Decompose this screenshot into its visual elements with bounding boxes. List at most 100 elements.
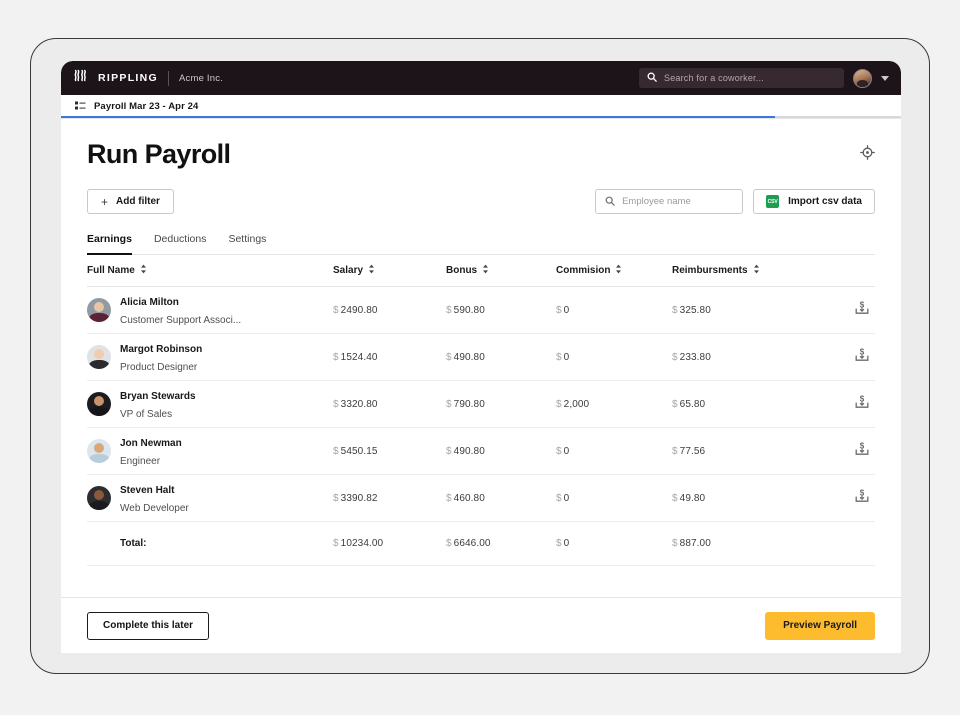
sort-icon[interactable] (753, 264, 760, 277)
cell-salary[interactable]: $3390.82 (333, 493, 446, 504)
brand-logo[interactable]: RIPPLING (74, 69, 158, 87)
sort-icon[interactable] (482, 264, 489, 277)
cell-bonus[interactable]: $490.80 (446, 446, 556, 457)
total-commission: $0 (556, 538, 570, 549)
sort-icon[interactable] (615, 264, 622, 277)
csv-badge-text: CSV (767, 198, 778, 205)
table-row[interactable]: Steven Halt Web Developer $3390.82 $460.80 $… (87, 475, 875, 522)
deposit-money-icon[interactable]: $ (855, 394, 869, 414)
column-label: Salary (333, 265, 364, 276)
logo-wordmark: RIPPLING (98, 72, 158, 84)
avatar (87, 345, 111, 369)
progress-bar-fill (61, 115, 775, 118)
search-icon (647, 69, 657, 87)
add-filter-button[interactable]: + Add filter (87, 189, 174, 214)
deposit-money-icon[interactable]: $ (855, 300, 869, 320)
cell-commission[interactable]: $0 (556, 352, 672, 363)
complete-later-button[interactable]: Complete this later (87, 611, 210, 640)
sort-icon[interactable] (140, 264, 147, 277)
cell-reimbursement[interactable]: $233.80 (672, 352, 842, 363)
column-header-full-name[interactable]: Full Name (87, 264, 333, 277)
avatar (87, 486, 111, 510)
employee-name: Jon Newman (120, 438, 182, 449)
employee-search-box[interactable] (595, 189, 744, 214)
search-input[interactable] (622, 196, 734, 207)
top-navigation-bar: RIPPLING Acme Inc. Search for a coworker… (61, 61, 901, 95)
tab-label: Deductions (153, 233, 207, 245)
column-header-salary[interactable]: Salary (333, 264, 446, 277)
rippling-logo-icon (74, 69, 89, 87)
nav-divider (168, 70, 169, 86)
employee-name: Steven Halt (120, 485, 175, 496)
cell-salary[interactable]: $2490.80 (333, 305, 446, 316)
cell-reimbursement[interactable]: $77.56 (672, 446, 842, 457)
breadcrumb: Payroll Mar 23 - Apr 24 (61, 95, 901, 119)
deposit-money-icon[interactable]: $ (855, 441, 869, 461)
page-content: Run Payroll + Add filter Employee name C… (61, 119, 901, 653)
table-row[interactable]: Margot Robinson Product Designer $1524.40 $… (87, 334, 875, 381)
gear-icon[interactable] (860, 145, 875, 160)
employee-name: Margot Robinson (120, 344, 203, 355)
preview-payroll-button[interactable]: Preview Payroll (765, 611, 875, 640)
cell-salary[interactable]: $3320.80 (333, 399, 446, 410)
global-search-box[interactable]: Search for a coworker... (639, 68, 844, 88)
cell-commission[interactable]: $0 (556, 493, 672, 504)
table-row[interactable]: Alicia Milton Customer Support Associ... $… (87, 287, 875, 334)
employee-role: VP of Sales (120, 409, 173, 420)
avatar (87, 298, 111, 322)
cell-reimbursement[interactable]: $65.80 (672, 399, 842, 410)
breadcrumb-label[interactable]: Payroll Mar 23 - Apr 24 (94, 101, 198, 112)
deposit-money-icon[interactable]: $ (855, 488, 869, 508)
cell-bonus[interactable]: $460.80 (446, 493, 556, 504)
employee-name: Alicia Milton (120, 297, 179, 308)
cell-bonus[interactable]: $590.80 (446, 305, 556, 316)
cell-reimbursement[interactable]: $325.80 (672, 305, 842, 316)
table-total-row: Total: $10234.00 $6646.00 $0 $887.00 (87, 522, 875, 566)
list-icon (75, 98, 86, 116)
employee-role: Product Designer (120, 362, 198, 373)
cell-bonus[interactable]: $490.80 (446, 352, 556, 363)
cell-commission[interactable]: $0 (556, 305, 672, 316)
column-header-commission[interactable]: Commision (556, 264, 672, 277)
add-filter-label: Add filter (116, 196, 160, 207)
avatar[interactable] (853, 68, 872, 88)
table-row[interactable]: Bryan Stewards VP of Sales $3320.80 $790.80… (87, 381, 875, 428)
table-header-row: Full Name Salary Bonus Commision Reimbur… (87, 255, 875, 287)
cell-commission[interactable]: $0 (556, 446, 672, 457)
column-header-bonus[interactable]: Bonus (446, 264, 556, 277)
cell-commission[interactable]: $2,000 (556, 399, 672, 410)
footer-action-bar: Complete this later Preview Payroll (61, 597, 901, 653)
cell-salary[interactable]: $1524.40 (333, 352, 446, 363)
table-row[interactable]: Jon Newman Engineer $5450.15 $490.80 $0 $77.5… (87, 428, 875, 475)
cell-reimbursement[interactable]: $49.80 (672, 493, 842, 504)
column-label: Full Name (87, 265, 135, 276)
deposit-money-icon[interactable]: $ (855, 347, 869, 367)
import-csv-label: Import csv data (788, 196, 862, 207)
toolbar: + Add filter Employee name CSV Import cs… (87, 189, 875, 214)
total-label: Total: (120, 538, 147, 549)
avatar (87, 439, 111, 463)
tab-label: Earnings (87, 233, 132, 245)
app-screen: RIPPLING Acme Inc. Search for a coworker… (61, 61, 901, 653)
import-csv-button[interactable]: CSV Import csv data (753, 189, 875, 214)
device-bezel: RIPPLING Acme Inc. Search for a coworker… (30, 38, 930, 674)
cell-bonus[interactable]: $790.80 (446, 399, 556, 410)
search-icon (605, 193, 615, 211)
plus-icon: + (101, 194, 109, 209)
tab-deductions[interactable]: Deductions (154, 233, 207, 255)
column-label: Commision (556, 265, 611, 276)
column-label: Bonus (446, 265, 478, 276)
column-header-reimbursements[interactable]: Reimbursments (672, 264, 842, 277)
chevron-down-icon[interactable] (881, 75, 889, 81)
tab-earnings[interactable]: Earnings (87, 233, 132, 255)
avatar (87, 392, 111, 416)
tab-settings[interactable]: Settings (228, 233, 266, 255)
cell-salary[interactable]: $5450.15 (333, 446, 446, 457)
tab-bar: Earnings Deductions Settings (87, 233, 875, 255)
employee-role: Customer Support Associ... (120, 315, 242, 326)
tab-label: Settings (228, 233, 267, 245)
employee-role: Engineer (120, 456, 161, 467)
payroll-table: Full Name Salary Bonus Commision Reimbur… (87, 255, 875, 566)
column-label: Reimbursments (672, 265, 748, 276)
sort-icon[interactable] (368, 264, 375, 277)
